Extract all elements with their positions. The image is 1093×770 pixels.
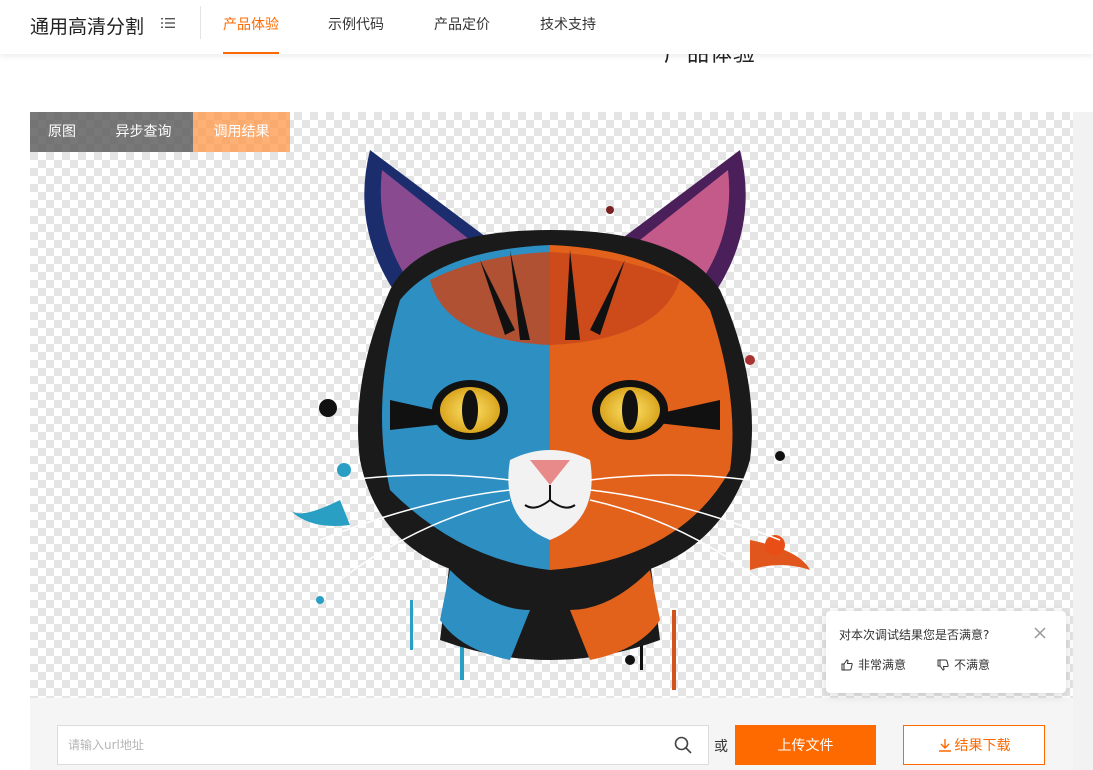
top-nav: 通用高清分割 产品体验 示例代码 产品定价 技术支持 bbox=[0, 0, 1093, 54]
tab-pricing[interactable]: 产品定价 bbox=[434, 14, 490, 54]
close-icon[interactable] bbox=[1033, 626, 1047, 640]
satisfied-button[interactable]: 非常满意 bbox=[841, 656, 906, 673]
menu-icon[interactable] bbox=[161, 16, 175, 30]
search-icon[interactable] bbox=[673, 735, 693, 755]
tab-product-experience[interactable]: 产品体验 bbox=[223, 14, 279, 54]
unsatisfied-label: 不满意 bbox=[954, 658, 991, 672]
cat-image bbox=[290, 150, 810, 690]
feedback-popup: 对本次调试结果您是否满意? 非常满意 不满意 bbox=[826, 611, 1066, 693]
tab-original-image[interactable]: 原图 bbox=[30, 112, 94, 152]
satisfied-label: 非常满意 bbox=[858, 658, 907, 672]
tab-call-result[interactable]: 调用结果 bbox=[193, 112, 290, 152]
upload-file-button[interactable]: 上传文件 bbox=[735, 725, 876, 765]
thumbs-up-icon bbox=[841, 658, 853, 670]
scrollbar[interactable] bbox=[1073, 112, 1093, 770]
url-input[interactable] bbox=[57, 725, 709, 765]
nav-divider bbox=[200, 6, 201, 39]
tab-sample-code[interactable]: 示例代码 bbox=[328, 14, 384, 54]
view-tabs: 原图 异步查询 调用结果 bbox=[30, 112, 290, 152]
or-text: 或 bbox=[714, 739, 728, 755]
feedback-question: 对本次调试结果您是否满意? bbox=[839, 628, 990, 642]
download-result-button[interactable]: 结果下载 bbox=[903, 725, 1045, 765]
tab-async-query[interactable]: 异步查询 bbox=[94, 112, 193, 152]
download-label: 结果下载 bbox=[954, 738, 1011, 754]
tab-tech-support[interactable]: 技术支持 bbox=[540, 14, 596, 54]
download-icon bbox=[938, 739, 951, 752]
unsatisfied-button[interactable]: 不满意 bbox=[937, 656, 990, 673]
input-toolbar: 或 上传文件 结果下载 bbox=[30, 698, 1073, 770]
thumbs-down-icon bbox=[937, 659, 949, 671]
product-title: 通用高清分割 bbox=[30, 16, 145, 38]
